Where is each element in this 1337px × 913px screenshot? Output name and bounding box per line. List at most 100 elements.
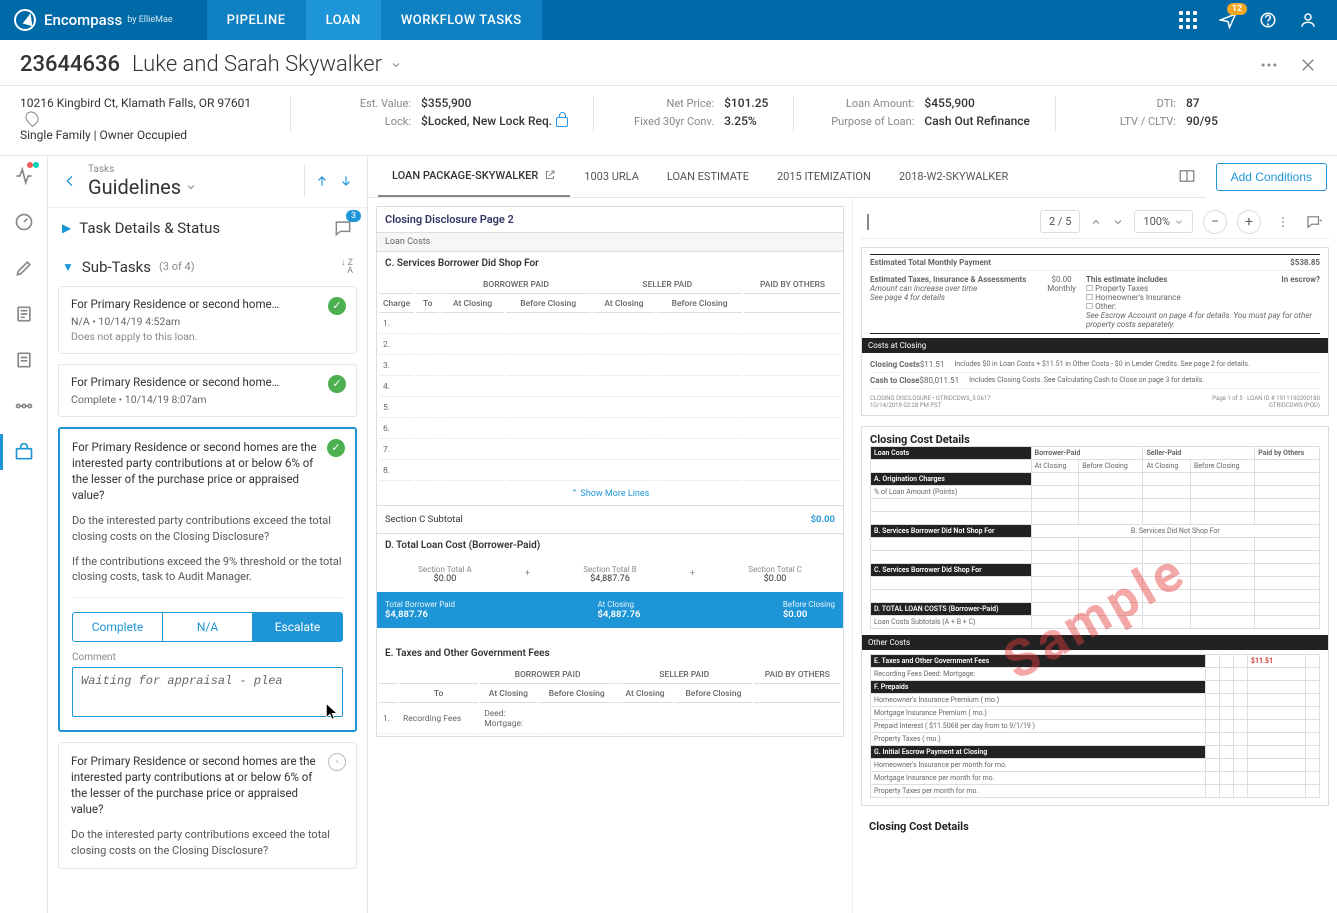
cd-row[interactable]: 1. — [379, 315, 414, 334]
sort-icon[interactable]: ↓ Z A — [341, 259, 353, 275]
subtask-para: Do the interested party contributions ex… — [72, 513, 343, 544]
more-icon[interactable] — [1259, 55, 1279, 75]
doc-tab[interactable]: 2015 ITEMIZATION — [763, 156, 885, 197]
collapse-icon[interactable]: ▼ — [62, 260, 74, 274]
rail-item-services[interactable] — [12, 394, 36, 418]
status-pending-icon — [328, 753, 346, 771]
cd-row[interactable]: 8. — [379, 462, 414, 481]
comments-badge: 3 — [346, 210, 361, 222]
subtask-card[interactable]: For Primary Residence or second home… Co… — [58, 364, 357, 417]
pdf-more-icon[interactable] — [1271, 210, 1295, 234]
loan-summary: 10216 Kingbird Ct, Klamath Falls, OR 976… — [0, 86, 1337, 156]
loan-name: Luke and Sarah Skywalker — [132, 52, 382, 77]
comment-input[interactable]: Waiting for appraisal - plea — [72, 667, 343, 717]
zoom-in-icon[interactable]: + — [1237, 210, 1261, 234]
escalate-button[interactable]: Escalate — [253, 612, 343, 642]
loan-address: 10216 Kingbird Ct, Klamath Falls, OR 976… — [20, 96, 265, 125]
rail-item-activity[interactable] — [12, 164, 36, 188]
cd-page-title: Closing Disclosure Page 2 — [377, 207, 843, 233]
rail-item-edit[interactable] — [12, 256, 36, 280]
brand-byline: by EllieMae — [127, 15, 172, 25]
subtasks-header[interactable]: ▼ Sub-Tasks (3 of 4) ↓ Z A — [48, 248, 367, 286]
apps-menu-icon[interactable] — [1177, 9, 1199, 31]
tasks-title[interactable]: Guidelines — [88, 175, 294, 199]
costs-at-closing-bar: Costs at Closing — [862, 338, 1328, 353]
notifications-icon[interactable]: 12 — [1217, 9, 1239, 31]
rail-item-tasks[interactable] — [12, 440, 36, 464]
emp-value: $538.85 — [1290, 258, 1320, 267]
total-borrower-paid-bar: Total Borrower Paid$4,887.76 At Closing$… — [377, 592, 843, 628]
bookmark-icon[interactable] — [867, 214, 869, 229]
subtask-note: Does not apply to this loan. — [71, 330, 344, 343]
page-down-icon[interactable] — [1112, 216, 1124, 228]
doc-thumbnail-2[interactable]: Closing Cost Details Loan CostsBorrower-… — [861, 426, 1329, 806]
cd-section-e: E. Taxes and Other Government Fees — [377, 642, 843, 665]
annotate-icon[interactable] — [1305, 213, 1323, 231]
help-icon[interactable] — [1257, 9, 1279, 31]
page-up-icon[interactable] — [1090, 216, 1102, 228]
cd-row[interactable]: 2. — [379, 336, 414, 355]
zoom-indicator[interactable]: 100% — [1134, 210, 1193, 233]
rail-item-docs[interactable] — [12, 348, 36, 372]
doc-right-column[interactable]: 2 / 5 100% − + Estimated Total Monthly P… — [852, 198, 1337, 913]
rail-item-forms[interactable] — [12, 302, 36, 326]
tasks-back-icon[interactable] — [62, 173, 78, 189]
cd-row[interactable]: 4. — [379, 378, 414, 397]
comments-icon[interactable]: 3 — [333, 218, 353, 238]
split-view-icon[interactable] — [1178, 167, 1196, 185]
na-button[interactable]: N/A — [163, 612, 253, 642]
add-conditions-button[interactable]: Add Conditions — [1216, 163, 1327, 191]
subtask-card[interactable]: For Primary Residence or second home… N/… — [58, 286, 357, 354]
close-icon[interactable] — [1299, 56, 1317, 74]
expand-icon[interactable]: ▶ — [62, 221, 71, 235]
page-indicator[interactable]: 2 / 5 — [1040, 210, 1080, 233]
chevron-down-icon — [185, 181, 197, 193]
cd-row[interactable]: 7. — [379, 441, 414, 460]
doc-left-column[interactable]: Closing Disclosure Page 2 Loan Costs C. … — [368, 198, 852, 913]
show-more-link[interactable]: ⌃ Show More Lines — [377, 483, 843, 505]
doc-tab[interactable]: LOAN ESTIMATE — [653, 156, 763, 197]
nav-tab-workflow[interactable]: WORKFLOW TASKS — [381, 0, 542, 40]
net-price: $101.25 — [724, 96, 768, 110]
task-details-header[interactable]: ▶ Task Details & Status 3 — [48, 208, 367, 248]
loan-dropdown-icon[interactable] — [390, 59, 402, 71]
tasks-header: Tasks Guidelines — [48, 156, 367, 208]
col-seller: SELLER PAID — [593, 277, 742, 294]
task-down-icon[interactable] — [339, 174, 353, 188]
closing-cost-table: Loan CostsBorrower-PaidSeller-PaidPaid b… — [870, 446, 1320, 629]
task-up-icon[interactable] — [315, 174, 329, 188]
loan-amount: $455,900 — [924, 96, 974, 110]
map-pin-icon[interactable] — [23, 109, 41, 127]
closing-costs-value: $11.51 — [920, 360, 945, 369]
total-b: $4,887.76 — [550, 574, 670, 584]
ltv-label: LTV / CLTV: — [1081, 115, 1186, 128]
lock-icon[interactable] — [556, 117, 568, 127]
doc-tab[interactable]: 2018-W2-SKYWALKER — [885, 156, 1022, 197]
subtask-card[interactable]: For Primary Residence or second homes ar… — [58, 742, 357, 869]
rail-item-dashboard[interactable] — [12, 210, 36, 234]
subtask-card-selected[interactable]: For Primary Residence or second homes ar… — [58, 427, 357, 732]
cd-table: BORROWER PAIDSELLER PAIDPAID BY OTHERS C… — [377, 275, 843, 483]
cd-row[interactable]: 3. — [379, 357, 414, 376]
complete-button[interactable]: Complete — [72, 612, 163, 642]
zoom-out-icon[interactable]: − — [1203, 210, 1227, 234]
thumb-footer-title: Closing Cost Details — [861, 816, 1329, 837]
doc-tab[interactable]: LOAN PACKAGE-SKYWALKER — [378, 156, 570, 197]
subtasks-title: Sub-Tasks — [82, 258, 151, 276]
nav-tab-pipeline[interactable]: PIPELINE — [207, 0, 306, 40]
nav-tab-loan[interactable]: LOAN — [306, 0, 381, 40]
cd-row[interactable]: 5. — [379, 399, 414, 418]
user-icon[interactable] — [1297, 9, 1319, 31]
doc-thumbnail-1[interactable]: Estimated Total Monthly Payment$538.85 E… — [861, 247, 1329, 416]
property-type: Single Family | Owner Occupied — [20, 128, 265, 142]
subtask-title: For Primary Residence or second home… — [71, 297, 344, 311]
thumb2-title: Closing Cost Details — [870, 433, 1320, 446]
doc-tab[interactable]: 1003 URLA — [570, 156, 653, 197]
purpose-label: Purpose of Loan: — [819, 115, 924, 128]
external-link-icon[interactable] — [544, 169, 556, 181]
status-done-icon: ✓ — [327, 439, 345, 457]
cd-row[interactable]: 6. — [379, 420, 414, 439]
subtask-title: For Primary Residence or second home… — [71, 375, 344, 389]
subtask-para: Do the interested party contributions ex… — [71, 827, 344, 858]
recording-fees-label: Recording Fees — [403, 714, 461, 724]
